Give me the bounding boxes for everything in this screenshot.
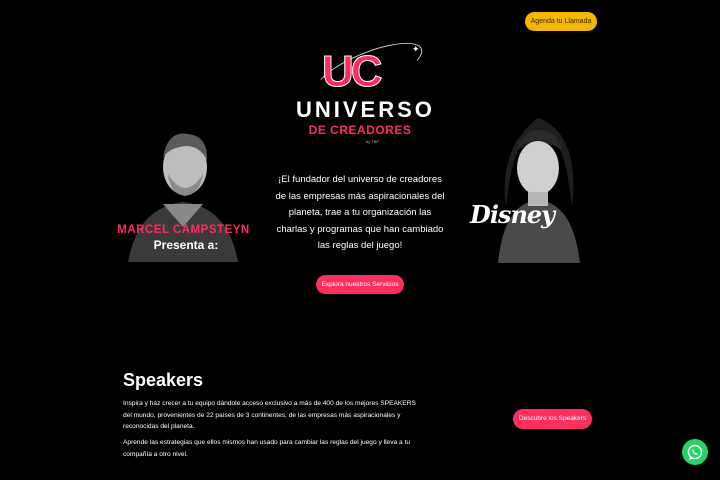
intro-text: ¡El fundador del universo de creadores d…	[275, 174, 445, 251]
discover-speakers-button[interactable]: Descubre los Speakers	[513, 409, 592, 429]
disney-speaker-photo	[468, 108, 608, 263]
universo-de-creadores-logo[interactable]: UC ✦ UNIVERSO DE CREADORES by TBP	[290, 31, 435, 149]
presenta-label: Presenta a:	[153, 238, 219, 252]
logo-byline: by TBP	[366, 139, 380, 144]
disney-logo: Disney	[470, 200, 555, 229]
star-icon: ✦	[412, 44, 420, 54]
agenda-llamada-button[interactable]: Agenda tu Llamada	[525, 12, 597, 31]
speakers-heading: Speakers	[123, 370, 204, 390]
speaker-name: MARCEL CAMPSTEYN	[117, 224, 250, 236]
logo-creadores: DE CREADORES	[308, 123, 412, 137]
speakers-paragraph-1: Inspira y haz crecer a tu equipo dándole…	[123, 400, 416, 430]
logo-universo: UNIVERSO	[296, 97, 435, 122]
explore-services-button[interactable]: Explora nuestros Servicios	[316, 275, 404, 294]
whatsapp-icon[interactable]	[682, 439, 708, 465]
logo-uc: UC	[322, 47, 384, 96]
speakers-paragraph-2: Aprende las estrategias que ellos mismos…	[123, 439, 410, 458]
